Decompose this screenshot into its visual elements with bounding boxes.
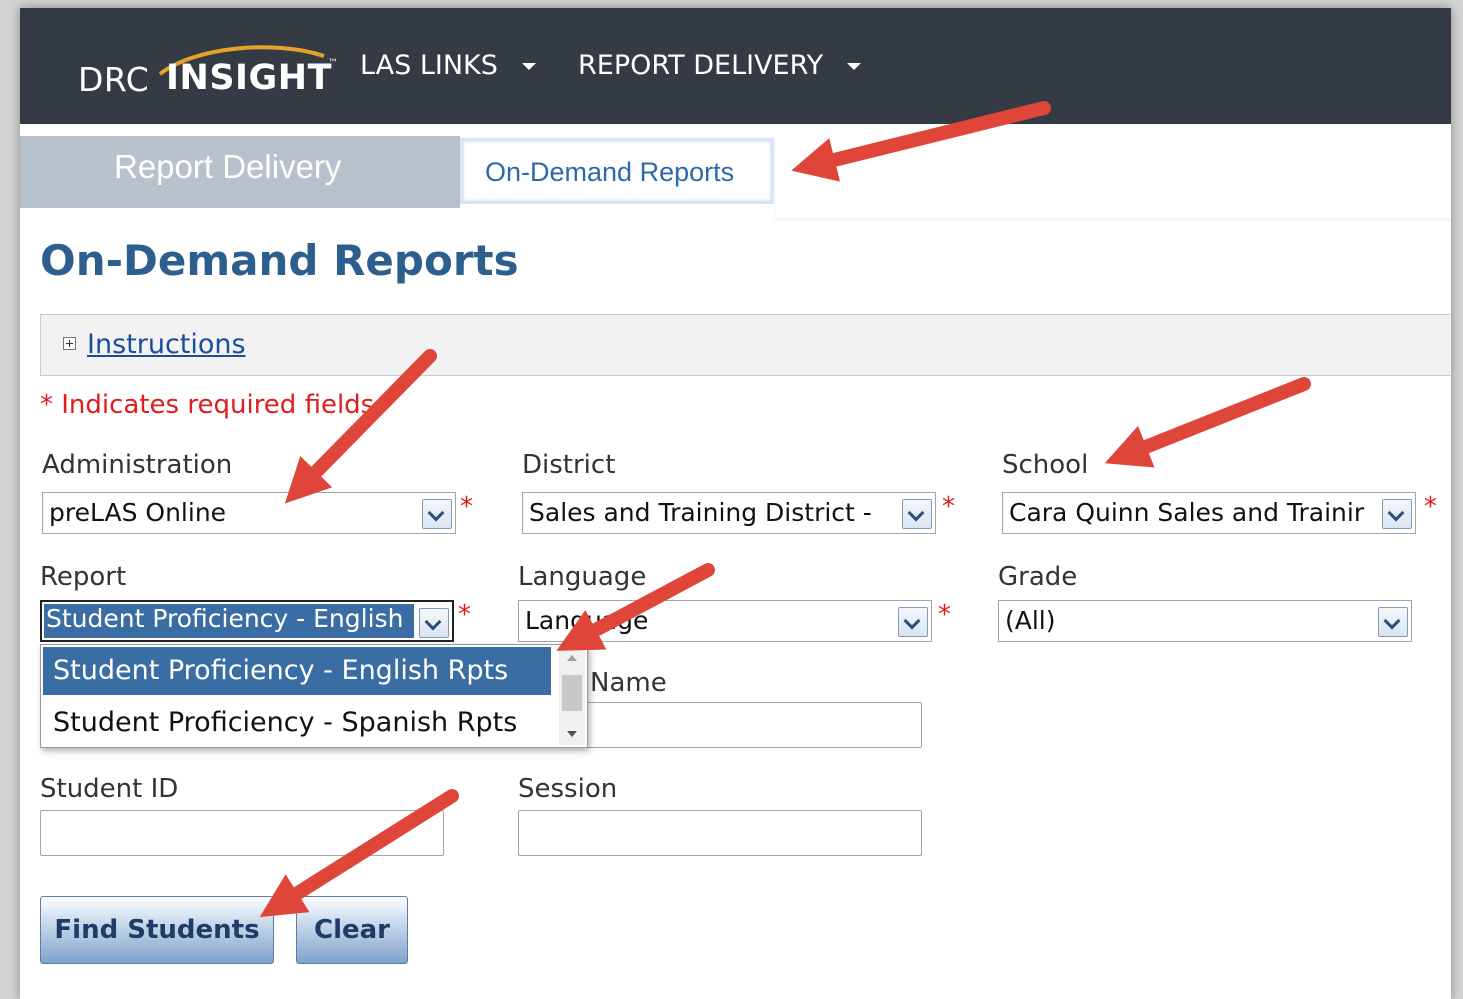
dropdown-arrow-icon[interactable] [422, 499, 452, 529]
district-value: Sales and Training District - [529, 498, 872, 527]
report-dropdown-list: Student Proficiency - English Rpts Stude… [40, 644, 588, 748]
district-select[interactable]: Sales and Training District - [522, 492, 936, 534]
student-id-label: Student ID [40, 774, 179, 804]
district-label: District [522, 450, 616, 480]
required-asterisk: * [460, 492, 473, 522]
language-select[interactable]: Language [518, 600, 932, 642]
report-option-spanish[interactable]: Student Proficiency - Spanish Rpts [43, 699, 551, 747]
menu-report-delivery[interactable]: REPORT DELIVERY [578, 50, 862, 81]
menu-las-links-label: LAS LINKS [360, 50, 498, 81]
caret-down-icon [847, 63, 862, 70]
dropdown-arrow-icon[interactable] [419, 608, 449, 638]
tab-on-demand-reports-label: On-Demand Reports [485, 157, 735, 187]
grade-value: (All) [1005, 606, 1056, 635]
scroll-thumb[interactable] [562, 675, 582, 711]
dropdown-arrow-icon[interactable] [902, 499, 932, 529]
required-asterisk: * [458, 600, 471, 630]
required-fields-note: * Indicates required fields [40, 390, 375, 420]
tab-on-demand-reports[interactable]: On-Demand Reports [460, 138, 774, 204]
required-asterisk: * [942, 492, 955, 522]
administration-select[interactable]: preLAS Online [42, 492, 456, 534]
menu-report-delivery-label: REPORT DELIVERY [578, 50, 824, 81]
instructions-panel: Instructions [40, 314, 1451, 376]
grade-label: Grade [998, 562, 1078, 592]
menu-las-links[interactable]: LAS LINKS [360, 50, 536, 81]
expand-plus-icon[interactable] [63, 337, 76, 350]
scroll-up-icon[interactable] [567, 655, 577, 661]
tab-strip-filler [776, 136, 1451, 218]
session-input[interactable] [518, 810, 922, 856]
school-select[interactable]: Cara Quinn Sales and Trainir [1002, 492, 1416, 534]
grade-select[interactable]: (All) [998, 600, 1412, 642]
dropdown-arrow-icon[interactable] [1378, 607, 1408, 637]
instructions-link[interactable]: Instructions [87, 329, 246, 360]
page-title: On-Demand Reports [40, 236, 519, 285]
caret-down-icon [521, 63, 536, 70]
tab-report-delivery-label: Report Delivery [114, 148, 342, 185]
top-navigation-bar: DRC INSIGHT ™ LAS LINKS REPORT DELIVERY [20, 8, 1451, 124]
report-select[interactable]: Student Proficiency - English [40, 600, 454, 642]
school-value: Cara Quinn Sales and Trainir [1009, 498, 1365, 527]
administration-value: preLAS Online [49, 498, 227, 527]
session-label: Session [518, 774, 618, 804]
dropdown-scrollbar[interactable] [559, 647, 585, 745]
drc-insight-logo[interactable]: DRC INSIGHT ™ [78, 45, 348, 110]
find-students-button[interactable]: Find Students [40, 896, 274, 964]
report-label: Report [40, 562, 127, 592]
name-label: Name [590, 668, 667, 698]
required-asterisk: * [938, 600, 951, 630]
school-label: School [1002, 450, 1089, 480]
logo-drc-text: DRC [78, 60, 150, 99]
logo-insight-text: INSIGHT [166, 58, 332, 98]
tab-report-delivery[interactable]: Report Delivery [20, 136, 460, 208]
dropdown-arrow-icon[interactable] [1382, 499, 1412, 529]
dropdown-arrow-icon[interactable] [898, 607, 928, 637]
scroll-down-icon[interactable] [567, 731, 577, 737]
required-asterisk: * [1424, 492, 1437, 522]
clear-button[interactable]: Clear [296, 896, 408, 964]
logo-trademark: ™ [328, 58, 338, 69]
report-value: Student Proficiency - English [44, 604, 414, 638]
language-label: Language [518, 562, 647, 592]
student-id-input[interactable] [40, 810, 444, 856]
language-value: Language [525, 606, 649, 635]
report-option-english[interactable]: Student Proficiency - English Rpts [43, 647, 551, 695]
app-window: DRC INSIGHT ™ LAS LINKS REPORT DELIVERY … [20, 8, 1451, 999]
administration-label: Administration [42, 450, 233, 480]
tab-strip: Report Delivery On-Demand Reports [20, 136, 1451, 218]
